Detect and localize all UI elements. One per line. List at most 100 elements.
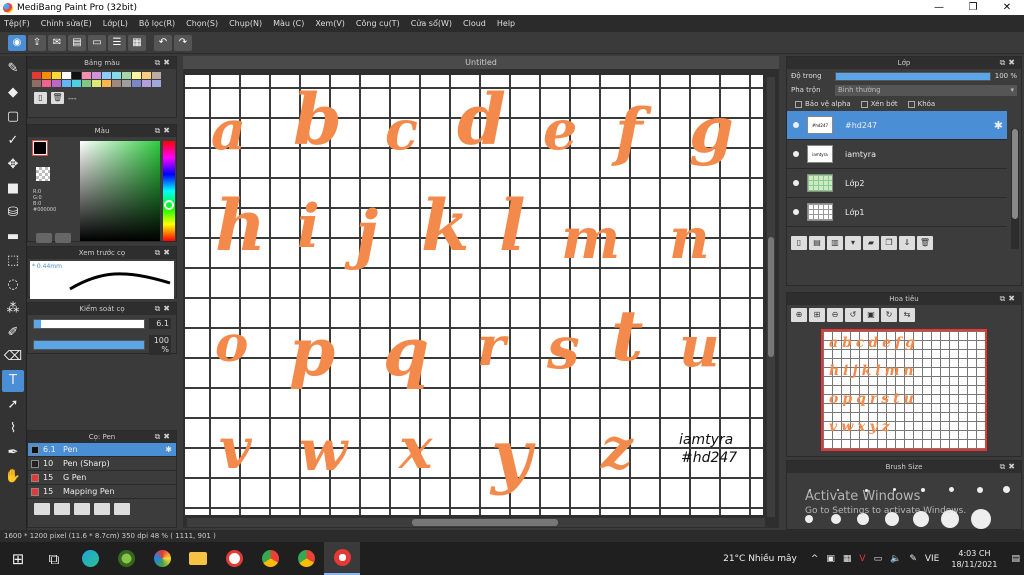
- move-tool-icon[interactable]: ✥: [2, 154, 24, 176]
- horizontal-scrollbar[interactable]: [187, 518, 765, 527]
- swatch[interactable]: [52, 72, 61, 79]
- foreground-color-swatch[interactable]: [32, 140, 48, 156]
- brush-size-slider[interactable]: [33, 318, 145, 329]
- bucket-tool-icon[interactable]: ⛁: [2, 202, 24, 224]
- color-swap-button[interactable]: [55, 233, 71, 243]
- menu-file[interactable]: Tệp(F): [4, 19, 30, 28]
- swatch[interactable]: [72, 72, 81, 79]
- duplicate-layer-icon[interactable]: ❐: [881, 236, 897, 250]
- maximize-button[interactable]: ❐: [956, 0, 990, 15]
- page-icon[interactable]: ▭: [88, 34, 106, 51]
- lasso-tool-icon[interactable]: ◌: [2, 274, 24, 296]
- language-indicator[interactable]: VIE: [925, 554, 940, 564]
- document-icon[interactable]: ▤: [68, 34, 86, 51]
- swatch[interactable]: [62, 72, 71, 79]
- menu-cloud[interactable]: Cloud: [463, 19, 486, 28]
- new-halftone-layer-icon[interactable]: ▤: [809, 236, 825, 250]
- brush-item-mapping-pen[interactable]: 15 Mapping Pen: [28, 485, 176, 499]
- new-8bit-layer-icon[interactable]: ▥: [827, 236, 843, 250]
- operation-tool-icon[interactable]: ➚: [2, 394, 24, 416]
- brush-size-preset[interactable]: [971, 509, 991, 529]
- chat-icon[interactable]: ✉: [48, 34, 66, 51]
- zoom-in-icon[interactable]: ⊕: [791, 308, 807, 322]
- volume-icon[interactable]: 🔈: [890, 554, 901, 564]
- weather-widget[interactable]: 21°C Nhiều mây: [723, 554, 797, 564]
- eraser-tool-icon[interactable]: ◆: [2, 82, 24, 104]
- menu-color[interactable]: Màu (C): [273, 19, 304, 28]
- clock[interactable]: 4:03 CH 18/11/2021: [951, 548, 997, 570]
- copy-brush-icon[interactable]: [114, 503, 130, 515]
- swatch[interactable]: [122, 72, 131, 79]
- new-layer-icon[interactable]: ▯: [791, 236, 807, 250]
- share-icon[interactable]: ⇪: [28, 34, 46, 51]
- swatch[interactable]: [142, 80, 151, 87]
- layer-menu-icon[interactable]: ▾: [845, 236, 861, 250]
- panel-controls-icon[interactable]: ⧉✖: [1000, 57, 1018, 69]
- gear-icon[interactable]: ✱: [165, 445, 172, 454]
- gear-icon[interactable]: ✱: [994, 119, 1003, 132]
- app-icon-green[interactable]: [108, 542, 144, 575]
- swatch[interactable]: [82, 72, 91, 79]
- windows-start-icon[interactable]: ⊞: [0, 542, 36, 575]
- layer-item-2[interactable]: Lớp2: [787, 169, 1007, 198]
- folder-icon[interactable]: ▰: [863, 236, 879, 250]
- hue-slider[interactable]: [163, 141, 175, 241]
- redo-button[interactable]: ↷: [174, 34, 192, 51]
- minimize-button[interactable]: —: [922, 0, 956, 15]
- layer-item-1[interactable]: Lớp1: [787, 198, 1007, 227]
- visibility-icon[interactable]: [793, 209, 799, 215]
- select-tool-icon[interactable]: ⬚: [2, 250, 24, 272]
- brush-size-preset[interactable]: [805, 515, 813, 523]
- layer-item-hd247[interactable]: #hd247 #hd247 ✱: [787, 111, 1007, 140]
- rotate-right-icon[interactable]: ↻: [881, 308, 897, 322]
- brush-size-value[interactable]: 6.1: [149, 318, 171, 329]
- file-explorer-icon[interactable]: [180, 542, 216, 575]
- rotate-left-icon[interactable]: ↺: [845, 308, 861, 322]
- color-mode-button[interactable]: [36, 233, 52, 243]
- zoom-out-icon[interactable]: ⊖: [827, 308, 843, 322]
- tray-app-icon[interactable]: V: [859, 554, 865, 564]
- scroll-thumb[interactable]: [1012, 129, 1018, 219]
- brush-tool-icon[interactable]: ✎: [2, 58, 24, 80]
- eyedropper-tool-icon[interactable]: ⌇: [2, 418, 24, 440]
- swatch[interactable]: [112, 80, 121, 87]
- chrome-icon[interactable]: [252, 542, 288, 575]
- folder-icon[interactable]: [94, 503, 110, 515]
- swatch[interactable]: [52, 80, 61, 87]
- select-eraser-tool-icon[interactable]: ⌫: [2, 346, 24, 368]
- panel-controls-icon[interactable]: ⧉✖: [155, 431, 173, 443]
- layer-opacity-slider[interactable]: [835, 71, 991, 81]
- list-icon[interactable]: ☰: [108, 34, 126, 51]
- visibility-icon[interactable]: [793, 151, 799, 157]
- zoom-fit-icon[interactable]: ⊞: [809, 308, 825, 322]
- new-palette-icon[interactable]: ▯: [34, 92, 47, 104]
- brush-size-preset[interactable]: [977, 487, 983, 493]
- fit-window-icon[interactable]: ▣: [863, 308, 879, 322]
- app-icon-red[interactable]: [216, 542, 252, 575]
- scroll-thumb[interactable]: [768, 237, 774, 357]
- visibility-icon[interactable]: [793, 180, 799, 186]
- tray-app-icon[interactable]: ▣: [826, 554, 835, 564]
- panel-controls-icon[interactable]: ⧉✖: [155, 303, 173, 315]
- brush-opacity-value[interactable]: 100 %: [149, 335, 171, 355]
- menu-tools[interactable]: Công cụ(T): [356, 19, 400, 28]
- brush-item-g-pen[interactable]: 15 G Pen: [28, 471, 176, 485]
- hue-knob[interactable]: [164, 200, 174, 210]
- swatch[interactable]: [42, 72, 51, 79]
- pen-icon[interactable]: ✎: [909, 554, 917, 564]
- panel-controls-icon[interactable]: ⧉✖: [155, 57, 173, 69]
- menu-edit[interactable]: Chỉnh sửa(E): [41, 19, 92, 28]
- new-brush-icon[interactable]: [54, 503, 70, 515]
- add-brush-icon[interactable]: [34, 503, 50, 515]
- rect-tool-icon[interactable]: ▢: [2, 106, 24, 128]
- select-pen-tool-icon[interactable]: ✐: [2, 322, 24, 344]
- eye-icon[interactable]: ◉: [8, 34, 26, 51]
- visibility-icon[interactable]: [793, 122, 799, 128]
- swatch[interactable]: [122, 80, 131, 87]
- menu-layer[interactable]: Lớp(L): [103, 19, 128, 28]
- layer-item-iamtyra[interactable]: iamtyra iamtyra: [787, 140, 1007, 169]
- close-button[interactable]: ✕: [990, 0, 1024, 15]
- chevron-up-icon[interactable]: ^: [811, 554, 819, 564]
- saturation-value-picker[interactable]: [80, 141, 160, 241]
- brush-menu-icon[interactable]: [74, 503, 90, 515]
